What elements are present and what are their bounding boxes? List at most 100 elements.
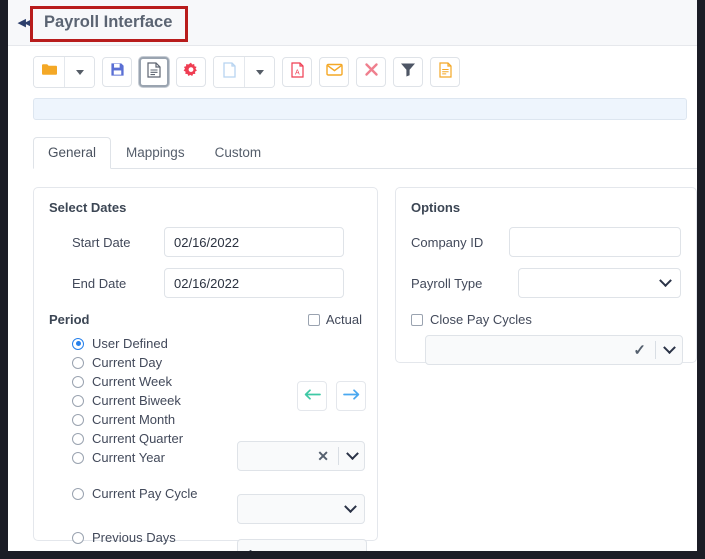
open-folder-button[interactable] <box>34 57 64 87</box>
radio-current-month[interactable]: Current Month <box>49 410 362 429</box>
start-date-row: Start Date <box>49 227 362 257</box>
end-date-row: End Date <box>49 268 362 298</box>
radio-current-pay-cycle-label: Current Pay Cycle <box>92 486 198 501</box>
radio-user-defined-label: User Defined <box>92 336 168 351</box>
payroll-interface-window: ◀◀ Payroll Interface A General Mappings … <box>8 0 697 551</box>
settings-button[interactable] <box>176 57 206 87</box>
tab-bar: General Mappings Custom <box>33 137 697 169</box>
period-next-button[interactable] <box>336 381 366 411</box>
close-pay-cycles-checkbox-box <box>411 313 423 326</box>
delete-button[interactable] <box>356 57 386 87</box>
tab-mappings[interactable]: Mappings <box>111 137 200 168</box>
page-title: Payroll Interface <box>44 13 173 31</box>
tab-general[interactable]: General <box>33 137 112 169</box>
radio-current-quarter-dot <box>72 432 84 445</box>
payroll-type-row: Payroll Type <box>411 268 681 298</box>
arrow-left-icon <box>304 387 321 405</box>
company-id-row: Company ID <box>411 227 681 257</box>
period-previous-button[interactable] <box>297 381 327 411</box>
options-panel: Options Company ID Payroll Type Close Pa… <box>395 187 697 365</box>
end-date-input[interactable] <box>164 268 344 298</box>
report-button[interactable] <box>430 57 460 87</box>
panels-container: Select Dates Start Date End Date Period … <box>33 187 697 551</box>
report-document-icon <box>438 61 452 83</box>
caret-down-icon <box>75 69 84 75</box>
save-button[interactable] <box>102 57 132 87</box>
svg-text:A: A <box>294 69 299 76</box>
radio-current-month-label: Current Month <box>92 412 176 427</box>
email-button[interactable] <box>319 57 349 87</box>
picker-divider <box>655 341 656 359</box>
options-title: Options <box>411 200 461 215</box>
end-date-label: End Date <box>72 275 127 291</box>
double-chevron-left-icon[interactable]: ◀◀ <box>14 13 34 33</box>
open-folder-dropdown[interactable] <box>64 57 94 87</box>
blank-page-dropdown[interactable] <box>244 57 274 87</box>
new-document-button[interactable] <box>139 57 169 87</box>
radio-current-day[interactable]: Current Day <box>49 353 362 372</box>
radio-current-biweek-dot <box>72 394 84 407</box>
envelope-icon <box>325 63 343 81</box>
clear-x-icon[interactable]: ✕ <box>317 448 329 465</box>
chevron-down-icon[interactable] <box>663 340 676 354</box>
tab-custom[interactable]: Custom <box>200 137 277 168</box>
radio-current-year-label: Current Year <box>92 450 165 465</box>
close-pay-cycles-checkbox[interactable]: Close Pay Cycles <box>411 312 681 327</box>
radio-current-week-dot <box>72 375 84 388</box>
check-mark-icon[interactable]: ✓ <box>633 341 646 359</box>
export-pdf-button[interactable]: A <box>282 57 312 87</box>
previous-days-input[interactable] <box>237 539 367 551</box>
period-options: User Defined Current Day Current Week Cu… <box>49 334 367 551</box>
pay-cycle-picker[interactable] <box>237 494 365 524</box>
period-nav-buttons <box>297 381 366 411</box>
close-pay-cycles-label: Close Pay Cycles <box>430 312 532 327</box>
document-lines-icon <box>147 61 161 83</box>
info-message-bar <box>33 98 687 120</box>
radio-current-week-label: Current Week <box>92 374 172 389</box>
arrow-right-icon <box>342 387 360 405</box>
window-header: ◀◀ Payroll Interface <box>8 0 697 46</box>
period-header: Period Actual <box>49 312 362 327</box>
radio-current-month-dot <box>72 413 84 426</box>
gear-icon <box>183 62 199 83</box>
close-pay-cycles-select[interactable]: ✓ <box>425 335 683 365</box>
caret-down-icon <box>255 69 264 75</box>
pdf-file-icon: A <box>290 61 304 83</box>
radio-current-quarter-label: Current Quarter <box>92 431 184 446</box>
actual-checkbox-label: Actual <box>325 312 362 327</box>
x-mark-icon <box>364 62 379 82</box>
open-folder-split-button <box>33 56 95 88</box>
floppy-disk-icon <box>110 62 125 82</box>
radio-current-day-label: Current Day <box>92 355 163 370</box>
chevron-down-icon[interactable] <box>344 499 357 513</box>
folder-icon <box>41 62 58 82</box>
chevron-down-icon[interactable] <box>659 273 672 287</box>
blank-page-button[interactable] <box>214 57 244 87</box>
select-dates-panel: Select Dates Start Date End Date Period … <box>33 187 378 551</box>
payroll-type-select[interactable] <box>518 268 681 298</box>
actual-checkbox-box <box>307 313 320 326</box>
quarter-picker[interactable]: ✕ <box>237 441 365 471</box>
radio-current-biweek-label: Current Biweek <box>92 393 181 408</box>
main-toolbar: A <box>8 46 697 98</box>
radio-current-day-dot <box>72 356 84 369</box>
company-id-input[interactable] <box>509 227 681 257</box>
radio-previous-days-dot <box>72 531 84 544</box>
period-title: Period <box>49 312 90 327</box>
funnel-icon <box>400 62 416 82</box>
start-date-label: Start Date <box>72 234 131 250</box>
filter-button[interactable] <box>393 57 423 87</box>
radio-user-defined-dot <box>72 337 84 350</box>
blank-page-split-button <box>213 56 275 88</box>
chevron-down-icon[interactable] <box>346 446 359 460</box>
company-id-label: Company ID <box>411 234 484 250</box>
radio-current-year-dot <box>72 451 84 464</box>
page-outline-icon <box>222 61 236 83</box>
radio-user-defined[interactable]: User Defined <box>49 334 362 353</box>
start-date-input[interactable] <box>164 227 344 257</box>
picker-divider <box>338 447 339 465</box>
select-dates-title: Select Dates <box>49 200 127 215</box>
radio-current-pay-cycle-dot <box>72 487 84 500</box>
payroll-type-label: Payroll Type <box>411 275 483 291</box>
actual-checkbox[interactable]: Actual <box>307 312 362 327</box>
